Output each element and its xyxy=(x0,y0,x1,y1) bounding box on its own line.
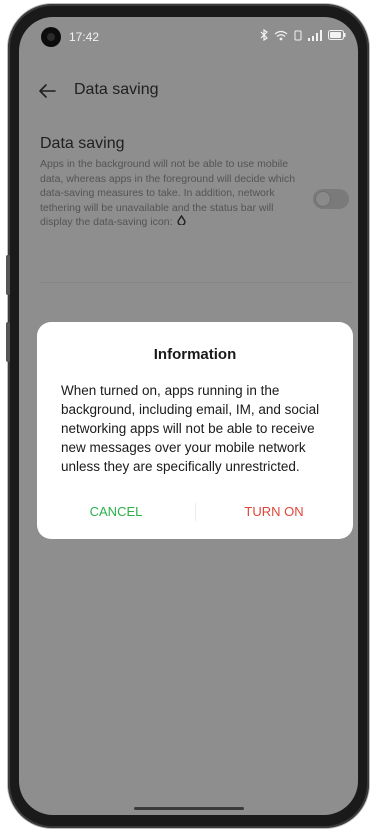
device-frame: 17:42 Data saving Data saving Apps in th… xyxy=(0,0,377,832)
volume-button xyxy=(6,255,10,295)
volte-icon xyxy=(294,30,302,41)
dialog-message: When turned on, apps running in the back… xyxy=(61,383,320,474)
data-saving-toggle[interactable] xyxy=(313,189,349,209)
battery-icon xyxy=(328,30,346,40)
power-button xyxy=(6,322,10,362)
divider xyxy=(40,282,352,283)
status-icons xyxy=(260,29,346,41)
dialog-actions: CANCEL TURN ON xyxy=(37,498,353,526)
cancel-button[interactable]: CANCEL xyxy=(37,498,195,526)
screen: 17:42 Data saving Data saving Apps in th… xyxy=(19,17,358,815)
setting-title: Data saving xyxy=(40,135,125,152)
data-saving-icon xyxy=(177,214,186,230)
data-saving-setting[interactable]: Data saving Apps in the background will … xyxy=(40,135,340,230)
information-dialog: Information When turned on, apps running… xyxy=(37,322,353,539)
turn-on-button[interactable]: TURN ON xyxy=(195,498,353,526)
front-camera xyxy=(41,27,61,47)
toggle-knob xyxy=(316,192,330,206)
page-title: Data saving xyxy=(74,81,159,98)
bluetooth-icon xyxy=(260,29,268,41)
dialog-title: Information xyxy=(153,346,237,363)
wifi-icon xyxy=(274,30,288,41)
back-arrow-icon[interactable] xyxy=(37,81,57,101)
app-header: Data saving xyxy=(19,75,358,107)
setting-description-text: Apps in the background will not be able … xyxy=(40,158,296,229)
home-indicator[interactable] xyxy=(134,807,244,810)
setting-description: Apps in the background will not be able … xyxy=(40,157,305,230)
signal-icon xyxy=(308,29,322,41)
status-bar: 17:42 xyxy=(19,17,358,59)
status-time: 17:42 xyxy=(69,30,100,44)
